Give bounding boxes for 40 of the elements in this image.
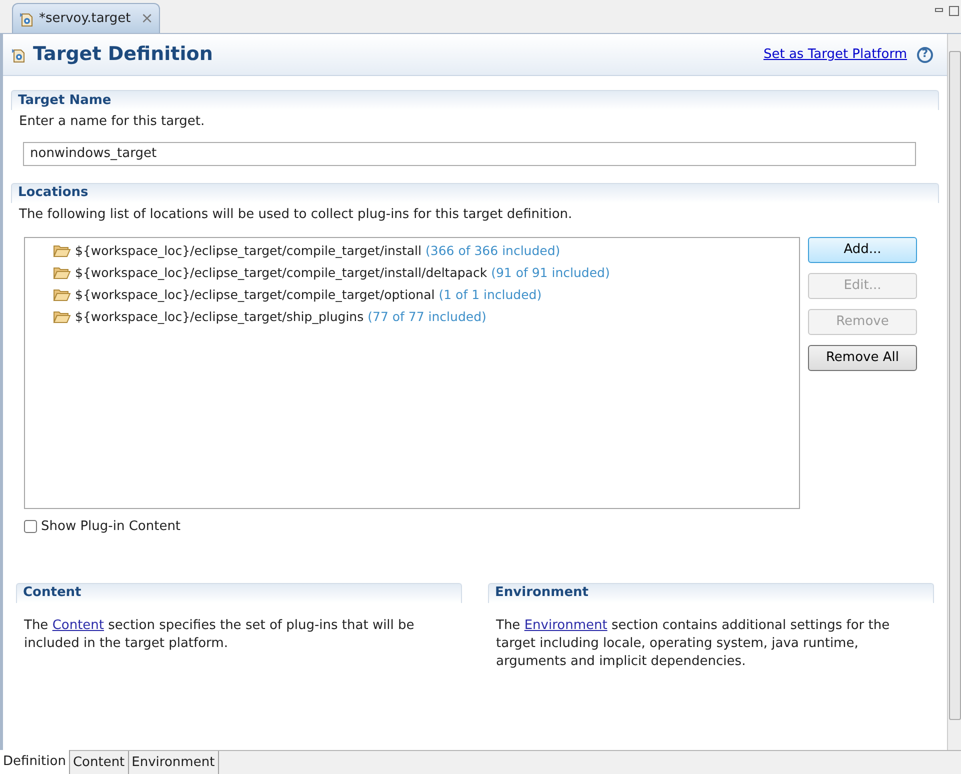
help-icon[interactable]: ?: [917, 46, 933, 62]
section-link[interactable]: Content: [52, 618, 104, 632]
location-button[interactable]: Add...: [808, 237, 917, 263]
editor-tab-title: *servoy.target: [39, 10, 131, 28]
maximize-icon[interactable]: [949, 6, 959, 16]
section-title: Locations: [18, 184, 88, 202]
page-title: Target Definition: [33, 42, 213, 68]
page-tab[interactable]: Definition: [0, 750, 70, 774]
location-path[interactable]: ${workspace_loc}/eclipse_target/compile_target/optional: [75, 286, 435, 304]
section-title: Environment: [495, 584, 588, 602]
checkbox-label: Show Plug-in Content: [41, 518, 181, 536]
page-tab[interactable]: Environment: [128, 751, 219, 774]
editor-tab[interactable]: *servoy.target ×: [12, 3, 160, 33]
section-title: Content: [23, 584, 82, 602]
section-link[interactable]: Environment: [524, 618, 608, 632]
section-title: Target Name: [18, 92, 112, 110]
target-file-icon: [19, 10, 35, 26]
show-content-checkbox[interactable]: [24, 520, 37, 534]
target-definition-icon: [11, 46, 27, 62]
location-count: (366 of 366 included): [426, 242, 560, 260]
locations-list[interactable]: [24, 237, 800, 509]
location-count: (1 of 1 included): [438, 286, 542, 304]
location-path[interactable]: ${workspace_loc}/eclipse_target/ship_plugins: [75, 308, 364, 326]
target-name-field[interactable]: nonwindows_target: [23, 142, 916, 166]
location-button[interactable]: Remove All: [808, 345, 917, 371]
section-description: The Content section specifies the set of plug-ins that will be included in the target platform.: [23, 616, 416, 652]
folder-icon: [53, 244, 71, 258]
folder-icon: [53, 266, 71, 280]
set-target-platform-link[interactable]: Set as Target Platform: [763, 44, 907, 64]
location-count: (91 of 91 included): [491, 264, 610, 282]
section-description: Enter a name for this target.: [18, 113, 206, 131]
location-path[interactable]: ${workspace_loc}/eclipse_target/compile_target/install/deltapack: [75, 264, 488, 282]
section-description: The following list of locations will be used to collect plug-ins for this target definition.: [18, 206, 574, 224]
folder-icon: [53, 288, 71, 302]
location-path[interactable]: ${workspace_loc}/eclipse_target/compile_target/install: [75, 242, 422, 260]
minimize-icon[interactable]: [935, 8, 943, 12]
scrollbar[interactable]: [947, 34, 961, 750]
location-count: (77 of 77 included): [368, 308, 486, 326]
folder-icon: [53, 310, 71, 324]
section-description: The Environment section contains additional settings for the target including locale, operating system, java runtime, arguments and implicit dependencies.: [495, 616, 891, 670]
